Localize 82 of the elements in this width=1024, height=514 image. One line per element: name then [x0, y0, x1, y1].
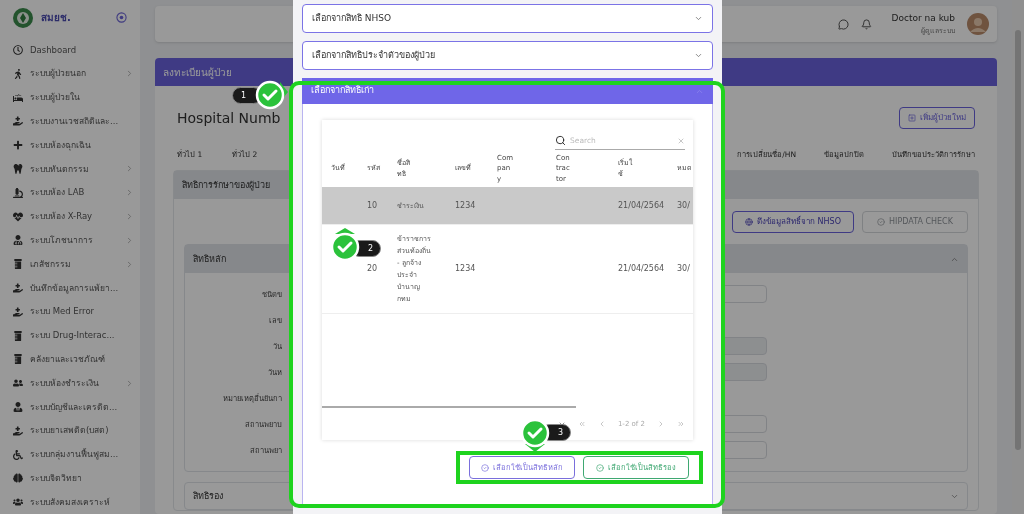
sidebar-item[interactable]: ระบบห้องฉุกเฉิน — [0, 133, 140, 158]
check-circle-icon — [596, 463, 604, 472]
accordion-header[interactable]: เลือกจากสิทธิ NHSO — [302, 4, 713, 33]
settings-icon[interactable] — [116, 12, 127, 24]
sidebar-item[interactable]: ระบบห้อง LAB — [0, 180, 140, 205]
sidebar-item[interactable]: ระบบโภชนาการ — [0, 228, 140, 253]
sidebar-item[interactable]: ระบบผู้ป่วยนอก — [0, 61, 140, 86]
sidebar-item[interactable]: Dashboard — [0, 38, 140, 62]
chevron-down-icon — [694, 14, 703, 23]
sidebar-item[interactable]: ระบบ Drug-Interac... — [0, 323, 140, 348]
horizontal-scrollbar[interactable] — [322, 406, 576, 408]
hand-heart-icon — [13, 282, 23, 293]
bell-icon[interactable] — [860, 18, 872, 30]
table-cell: 1234 — [455, 199, 476, 212]
hospital-number-title: Hospital Numb — [177, 108, 281, 128]
people-icon — [13, 378, 23, 389]
clock-icon — [13, 44, 23, 55]
plus-icon — [908, 114, 916, 122]
table-cell: 10 — [367, 199, 378, 212]
table-cell: 30/ — [677, 263, 690, 275]
hand-heart-icon — [13, 425, 23, 436]
user-name: Doctor na kub — [891, 12, 955, 25]
chat-icon[interactable] — [837, 18, 849, 30]
avatar[interactable] — [967, 13, 989, 35]
sidebar-item[interactable]: ระบบผู้ป่วยใน — [0, 85, 140, 110]
check-circle-icon — [481, 463, 489, 472]
hand-heart-icon — [13, 116, 23, 127]
sidebar-item[interactable]: คลังยาและเวชภัณฑ์ — [0, 347, 140, 372]
table-cell: 30/ — [677, 199, 690, 212]
sidebar-item[interactable]: ระบบจิตวิทยา — [0, 466, 140, 491]
sidebar-item[interactable]: เภสัชกรรม — [0, 252, 140, 277]
medicine-bottle-icon — [13, 354, 23, 365]
chevron-right-icon — [125, 235, 134, 245]
section-title: สิทธิหลัก — [193, 252, 226, 266]
doctor-icon — [13, 235, 23, 246]
nhso-button[interactable]: ดึงข้อมูลสิทธิ์จาก NHSO — [732, 211, 854, 234]
chevron-down-icon — [694, 51, 703, 60]
sidebar-item[interactable]: ระบบ Med Error — [0, 299, 140, 324]
add-patient-button[interactable]: เพิ่มผู้ป่วยใหม่ — [899, 107, 975, 129]
table-cell: 20 — [367, 263, 378, 275]
heart-pulse-icon — [13, 211, 23, 222]
medicine-bottle-icon — [13, 259, 23, 270]
sidebar-item[interactable]: ระบบห้อง X-Ray — [0, 204, 140, 229]
first-page-icon[interactable] — [577, 420, 586, 428]
close-icon[interactable] — [677, 136, 685, 145]
chevron-right-icon — [125, 188, 134, 198]
tooth-icon — [13, 163, 23, 174]
section-title: สิทธิรอง — [193, 489, 223, 503]
chevron-right-icon — [125, 378, 134, 388]
accordion-header[interactable]: เลือกจากสิทธิประจำตัวของผู้ป่วย — [302, 41, 713, 70]
hand-heart-icon — [13, 306, 23, 317]
chevron-right-icon — [125, 212, 134, 222]
wheelchair-icon — [13, 449, 23, 460]
person-icon — [13, 401, 23, 412]
sidebar-item[interactable]: ระบบสังคมสงเคราะห์ — [0, 490, 140, 514]
next-page-icon[interactable] — [657, 420, 665, 428]
sidebar-item[interactable]: ระบบยาเสพติด(บสต) — [0, 418, 140, 443]
sidebar-item[interactable]: บันทึกข้อมูลการแพ้ยา... — [0, 276, 140, 300]
medicine-bottle-icon — [13, 330, 23, 341]
search-icon — [555, 135, 566, 146]
sidebar-item[interactable]: ระบบงานเวชสถิติและ... — [0, 109, 140, 134]
last-page-icon[interactable] — [677, 420, 685, 428]
sidebar-item[interactable]: ระบบห้องชำระเงิน — [0, 371, 140, 395]
table-cell: 21/04/2564 — [618, 263, 665, 275]
microscope-icon — [13, 187, 23, 198]
logo-text: สมยช. — [41, 11, 71, 26]
hospital-bed-icon — [13, 92, 23, 103]
table-cell: 1234 — [455, 263, 476, 275]
table-cell: 21/04/2564 — [618, 199, 665, 212]
logo-icon — [13, 7, 33, 28]
group-icon — [13, 497, 23, 508]
chevron-right-icon — [125, 164, 134, 174]
check-circle-icon — [877, 218, 886, 227]
sidebar-item[interactable]: ระบบบัญชีและเครดิต... — [0, 395, 140, 419]
globe-icon — [745, 218, 754, 227]
chevron-right-icon — [125, 69, 134, 79]
sidebar-item[interactable]: ระบบกลุ่มงานฟื้นฟูสม... — [0, 442, 140, 467]
plus-icon — [13, 140, 23, 151]
head-icon — [13, 473, 23, 484]
walking-person-icon — [13, 68, 23, 79]
sidebar-item[interactable]: ระบบทันตกรรม — [0, 157, 140, 181]
chevron-right-icon — [125, 259, 134, 269]
